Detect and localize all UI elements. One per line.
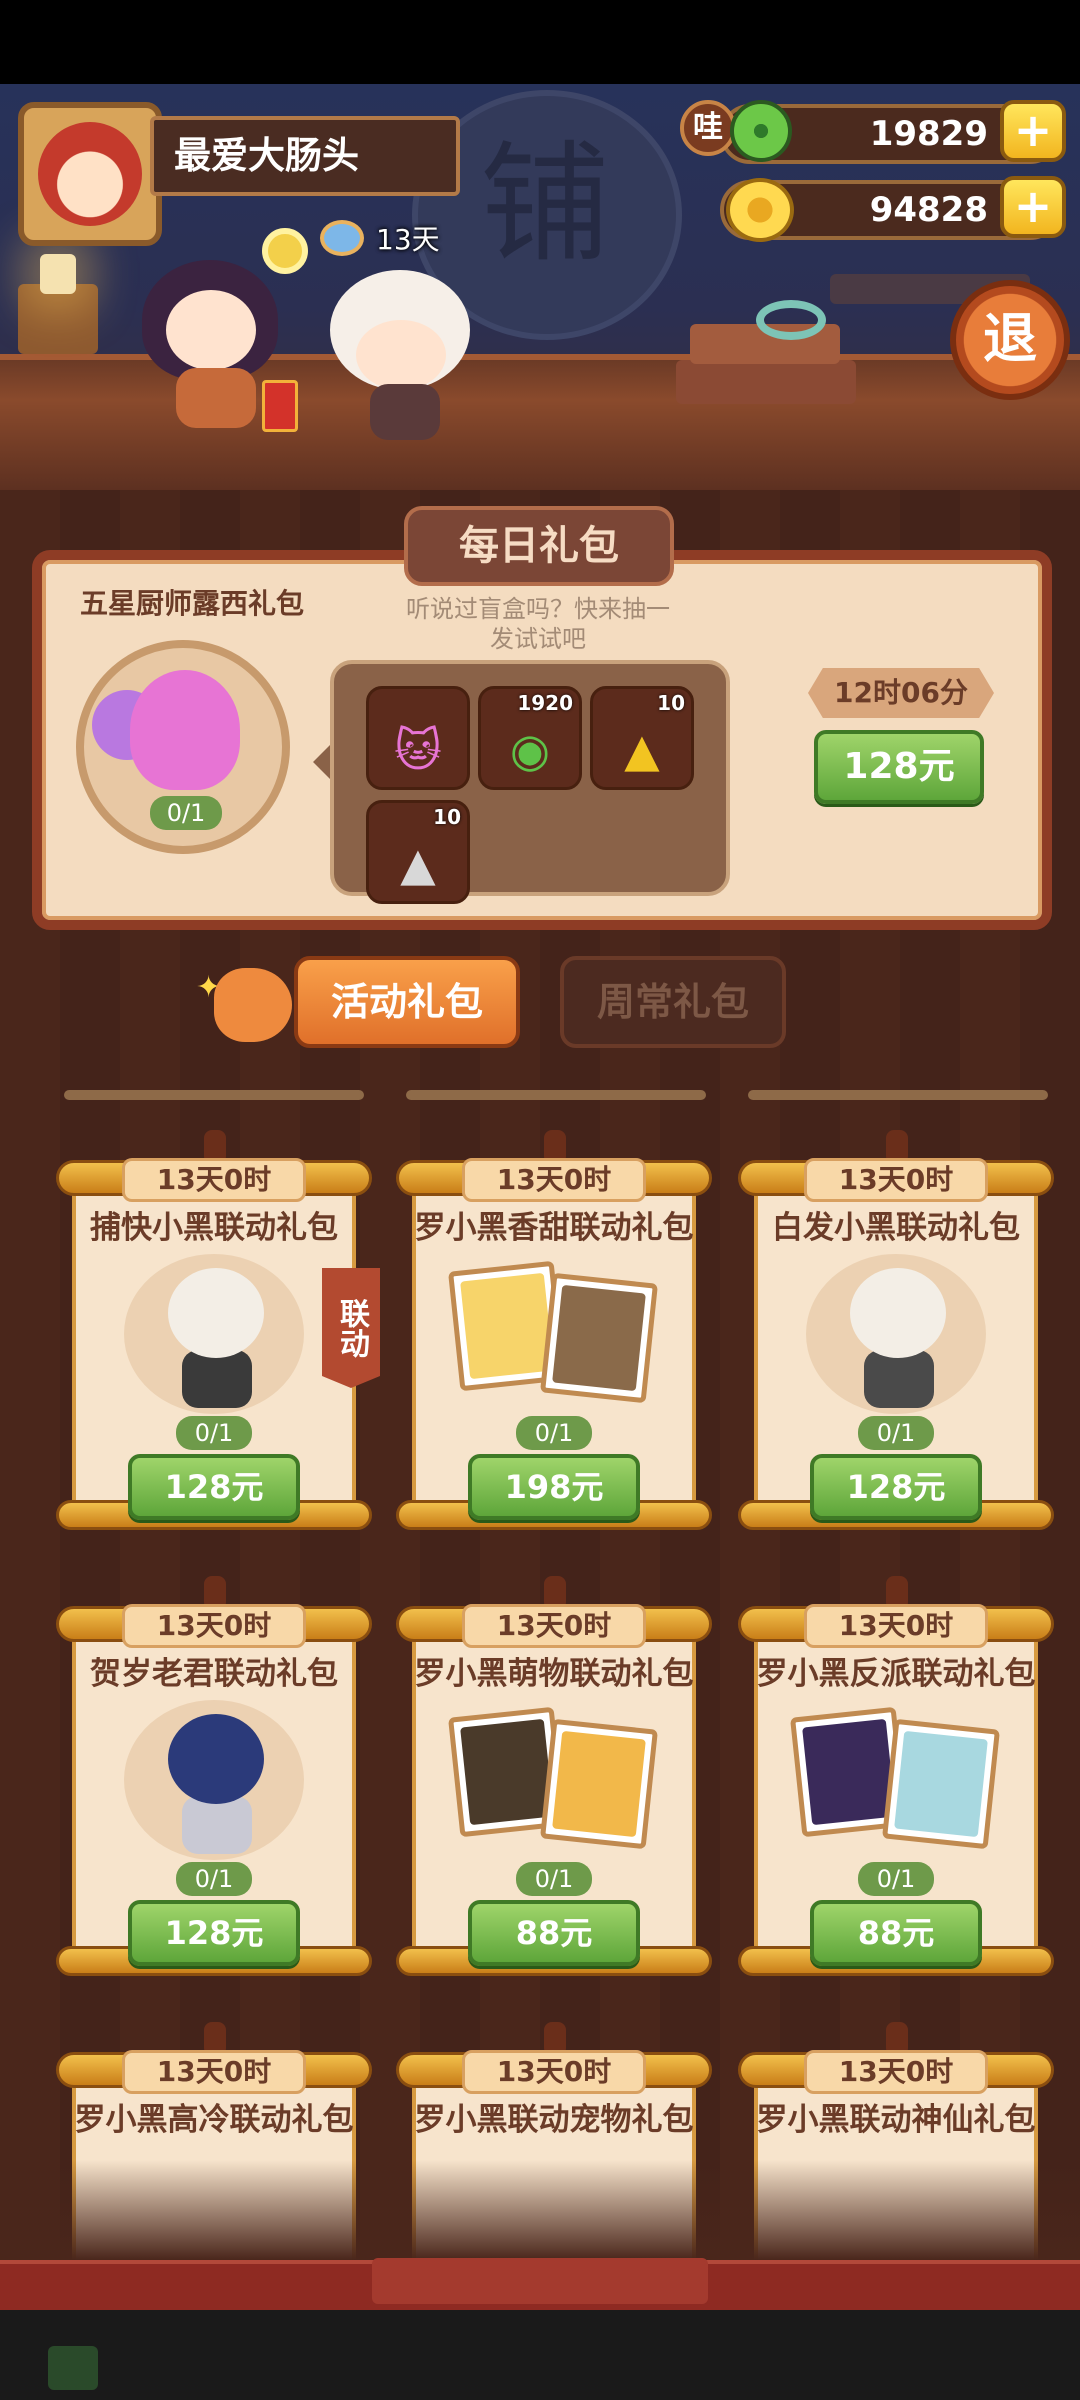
card-buy-button[interactable]: 128元 <box>810 1454 982 1520</box>
item-quantity: 10 <box>433 805 461 829</box>
add-coin-button[interactable]: + <box>1000 176 1066 238</box>
daily-pack-hint: 听说过盲盒吗？快来抽一发试试吧 <box>406 595 670 653</box>
collab-tag: 联动 <box>322 1268 380 1388</box>
hourglass-icon <box>320 220 364 256</box>
item-slot[interactable]: 1920 ◉ <box>478 686 582 790</box>
card-buy-button[interactable]: 128元 <box>128 1900 300 1966</box>
card-count: 0/1 <box>858 1862 934 1896</box>
card-title: 罗小黑萌物联动礼包 <box>414 1656 694 1692</box>
card-count: 0/1 <box>516 1862 592 1896</box>
list-fade <box>0 2160 1080 2260</box>
item-quantity: 10 <box>657 691 685 715</box>
avatar-face <box>38 122 142 226</box>
card-count: 0/1 <box>176 1862 252 1896</box>
card-timer: 13天0时 <box>804 2050 988 2094</box>
gift-card[interactable]: 13天0时 贺岁老君联动礼包 0/1 128元 <box>56 1576 372 1982</box>
item-quantity: 1920 <box>517 691 573 715</box>
card-timer: 13天0时 <box>122 1158 306 1202</box>
card-title: 白发小黑联动礼包 <box>772 1210 1020 1246</box>
coin-icon <box>262 228 308 274</box>
gift-card[interactable]: 13天0时 罗小黑香甜联动礼包 0/1 198元 <box>396 1130 712 1536</box>
add-jade-button[interactable]: + <box>1000 100 1066 162</box>
jade-bracelet-icon <box>756 300 826 340</box>
card-count: 0/1 <box>176 1416 252 1450</box>
hanging-rod <box>748 1090 1048 1100</box>
red-packet-icon[interactable] <box>262 380 298 432</box>
daily-timer: 12时06分 <box>808 668 994 718</box>
status-bar <box>0 0 1080 84</box>
silver-fragment-icon: ▲ <box>400 837 436 891</box>
card-timer: 13天0时 <box>804 1604 988 1648</box>
card-buy-button[interactable]: 88元 <box>468 1900 640 1966</box>
wa-badge: 哇 <box>680 100 736 156</box>
tab-weekly-gifts[interactable]: 周常礼包 <box>560 956 786 1048</box>
hanging-rod <box>64 1090 364 1100</box>
villain-photos-icon <box>790 1694 1000 1864</box>
tab-event-gifts[interactable]: 活动礼包 <box>294 956 520 1048</box>
gift-card[interactable]: 13天0时 罗小黑反派联动礼包 0/1 88元 <box>738 1576 1054 1982</box>
card-title: 捕快小黑联动礼包 <box>90 1210 338 1246</box>
cute-photos-icon <box>448 1694 658 1864</box>
card-count: 0/1 <box>858 1416 934 1450</box>
card-timer: 13天0时 <box>462 1604 646 1648</box>
card-title: 罗小黑反派联动礼包 <box>756 1656 1036 1692</box>
card-timer: 13天0时 <box>122 1604 306 1648</box>
gold-fragment-icon: ▲ <box>624 723 660 777</box>
card-title: 贺岁老君联动礼包 <box>90 1656 338 1692</box>
fox-mascot-icon <box>214 968 292 1042</box>
gift-card[interactable]: 13天0时 白发小黑联动礼包 0/1 128元 <box>738 1130 1054 1536</box>
daily-gift-title: 每日礼包 <box>404 506 674 586</box>
jade-coin-icon <box>730 100 792 162</box>
item-slot[interactable]: 10 ▲ <box>366 800 470 904</box>
candle-table <box>18 284 98 354</box>
player-name: 最爱大肠头 <box>150 116 460 196</box>
exit-button[interactable]: 退 <box>950 280 1070 400</box>
book-stack <box>676 360 856 404</box>
bottom-bar <box>0 2258 1080 2310</box>
jade-coin-icon: ◉ <box>509 723 551 777</box>
card-title: 罗小黑高冷联动礼包 <box>74 2102 354 2138</box>
daily-pack-count: 0/1 <box>150 796 222 830</box>
days-left-label: 13天 <box>376 223 440 256</box>
card-title: 罗小黑联动神仙礼包 <box>756 2102 1036 2138</box>
white-hair-character[interactable] <box>320 250 480 440</box>
card-buy-button[interactable]: 128元 <box>128 1454 300 1520</box>
nav-toggle-button[interactable] <box>48 2346 98 2390</box>
white-hair-xiaohei-icon <box>806 1248 986 1418</box>
card-timer: 13天0时 <box>804 1158 988 1202</box>
constable-xiaohei-icon <box>124 1248 304 1418</box>
pink-cat-icon <box>130 670 240 790</box>
item-slot[interactable]: 10 ▲ <box>590 686 694 790</box>
card-timer: 13天0时 <box>122 2050 306 2094</box>
navigation-bar <box>0 2310 1080 2400</box>
pink-cat-icon: 🐱 <box>394 723 442 777</box>
daily-pack-name: 五星厨师露西礼包 <box>80 587 305 620</box>
gift-card[interactable]: 13天0时 捕快小黑联动礼包 0/1 128元 <box>56 1130 372 1536</box>
item-slot[interactable]: 🐱 <box>366 686 470 790</box>
card-count: 0/1 <box>516 1416 592 1450</box>
card-title: 罗小黑香甜联动礼包 <box>414 1210 694 1246</box>
player-avatar[interactable] <box>18 102 162 246</box>
card-buy-button[interactable]: 88元 <box>810 1900 982 1966</box>
candle-icon <box>40 254 76 294</box>
card-timer: 13天0时 <box>462 2050 646 2094</box>
copper-coin-icon <box>726 178 794 242</box>
card-title: 罗小黑联动宠物礼包 <box>414 2102 694 2138</box>
hanging-rod <box>406 1090 706 1100</box>
sweet-photos-icon <box>448 1248 658 1418</box>
new-year-laojun-icon <box>124 1694 304 1864</box>
card-timer: 13天0时 <box>462 1158 646 1202</box>
card-buy-button[interactable]: 198元 <box>468 1454 640 1520</box>
gift-card[interactable]: 13天0时 罗小黑萌物联动礼包 0/1 88元 <box>396 1576 712 1982</box>
daily-buy-button[interactable]: 128元 <box>814 730 984 804</box>
